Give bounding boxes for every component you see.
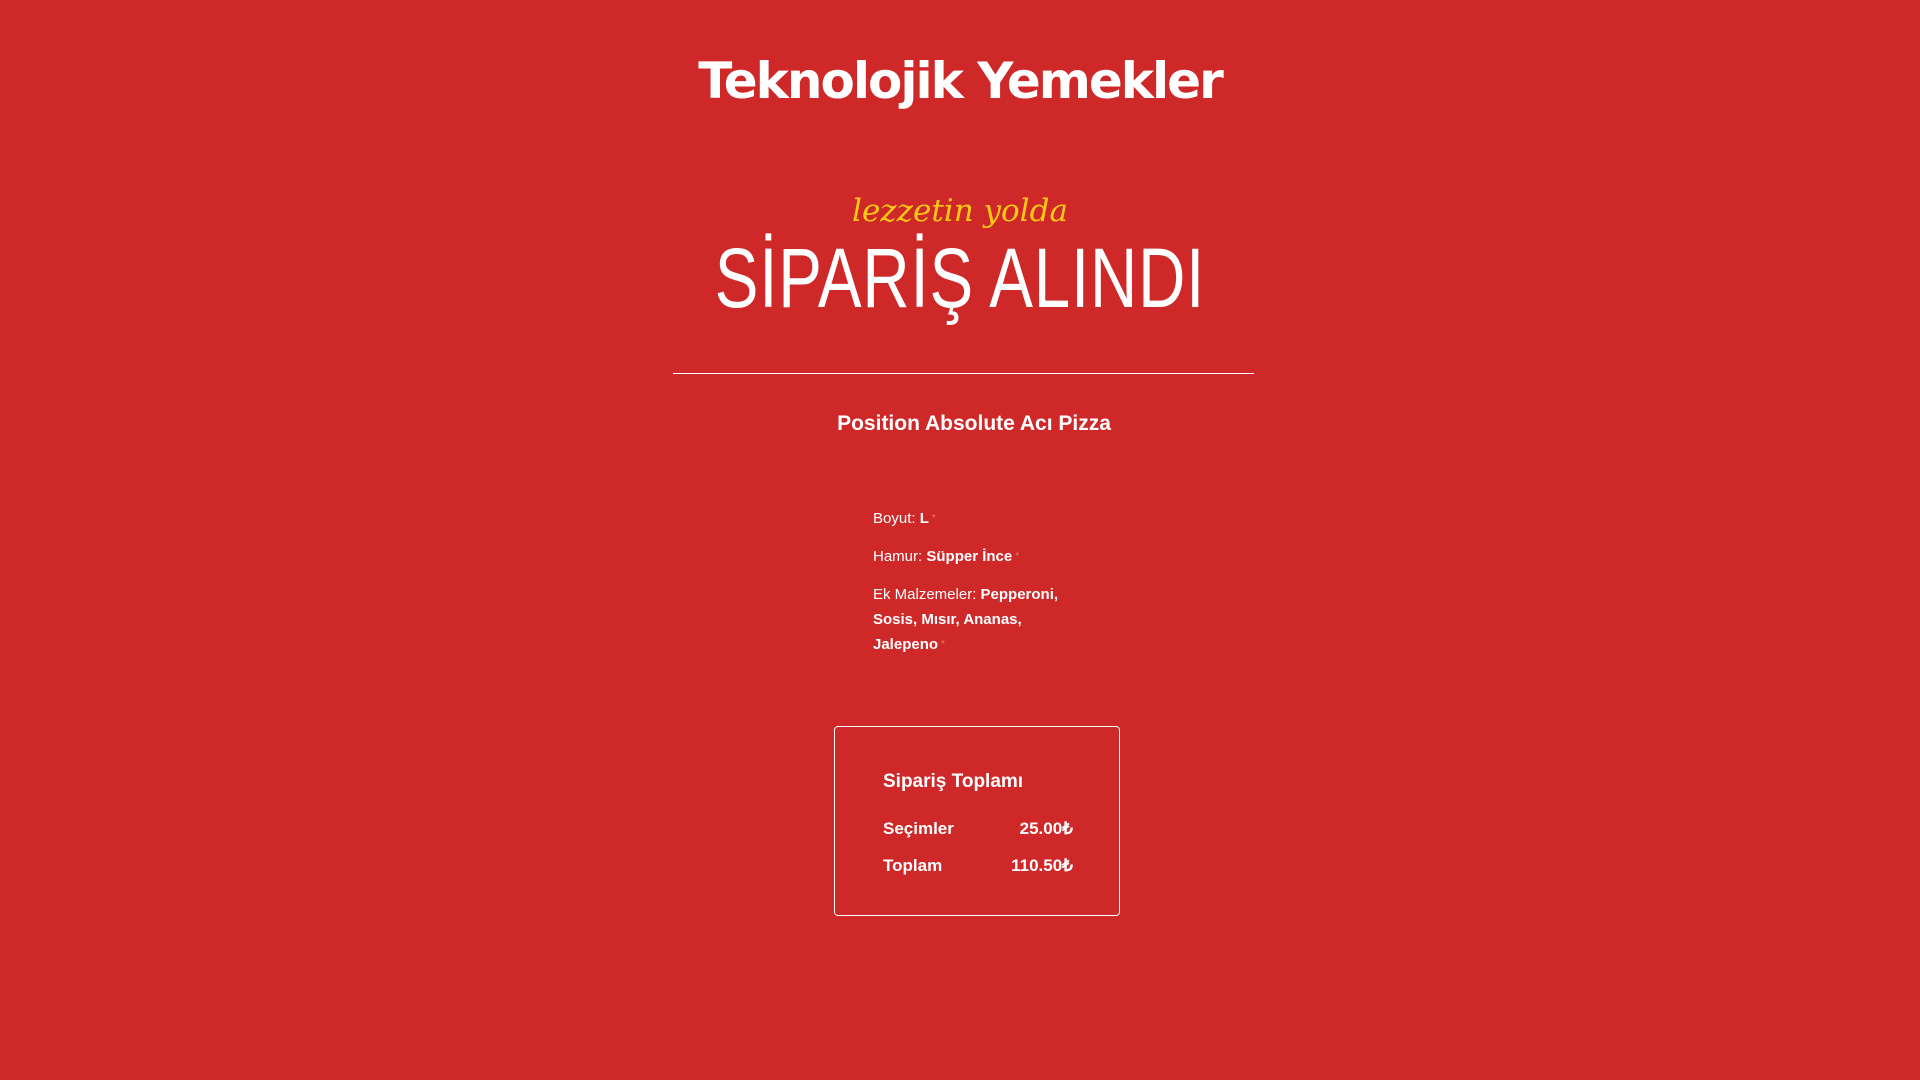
summary-title: Sipariş Toplamı: [883, 771, 1024, 792]
order-confirmation-page: Teknolojik Yemekler lezzetin yolda SİPAR…: [0, 0, 1920, 1080]
required-marker: *: [941, 639, 945, 650]
summary-row-total: Toplam 110.50₺: [883, 856, 1073, 876]
order-summary-card: Sipariş Toplamı Seçimler 25.00₺ Toplam 1…: [834, 726, 1120, 916]
brand-logo[interactable]: Teknolojik Yemekler: [0, 56, 1920, 106]
option-dough: Hamur: Süpper İnce *: [873, 544, 1073, 569]
product-name: Position Absolute Acı Pizza: [837, 412, 1111, 435]
option-value: Süpper İnce: [926, 548, 1013, 565]
page-title: SİPARİŞ ALINDI: [714, 231, 1206, 325]
option-toppings: Ek Malzemeler: Pepperoni, Sosis, Mısır, …: [873, 582, 1073, 657]
option-label: Boyut:: [873, 510, 916, 527]
summary-row-amount: 25.00₺: [1019, 819, 1073, 838]
order-options: Boyut: L * Hamur: Süpper İnce * Ek Malzeme…: [873, 506, 1073, 670]
summary-row-label: Seçimler: [883, 819, 954, 838]
tagline: lezzetin yolda: [852, 193, 1068, 229]
option-size: Boyut: L *: [873, 506, 1073, 531]
required-marker: *: [931, 513, 936, 524]
option-value: L: [919, 510, 929, 527]
summary-row-selections: Seçimler 25.00₺: [883, 819, 1073, 839]
option-label: Ek Malzemeler:: [873, 586, 977, 603]
summary-row-amount: 110.50₺: [1011, 856, 1073, 875]
divider: [673, 373, 1254, 374]
summary-row-label: Toplam: [883, 856, 943, 875]
option-label: Hamur:: [873, 548, 923, 565]
required-marker: *: [1015, 551, 1020, 562]
